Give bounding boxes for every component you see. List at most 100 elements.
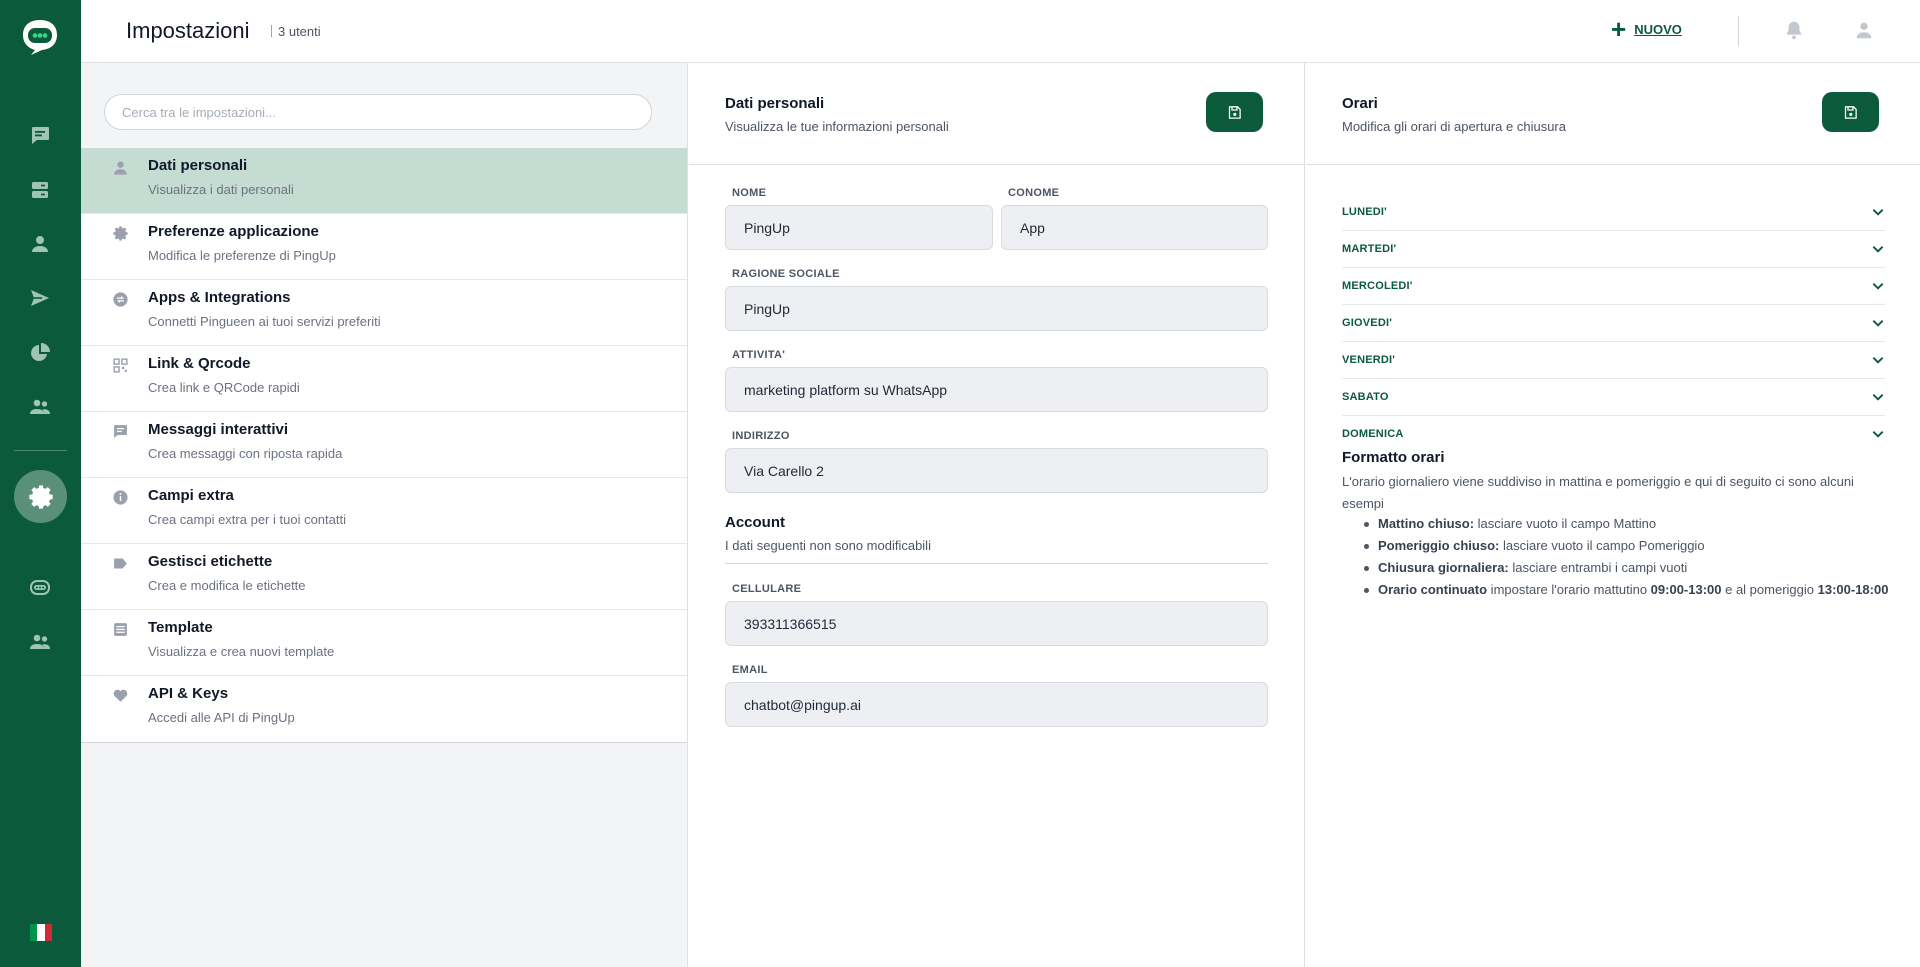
day-label: GIOVEDI' xyxy=(1342,317,1393,329)
indirizzo-input[interactable] xyxy=(725,448,1268,493)
template-icon xyxy=(111,620,129,638)
plus-icon: + xyxy=(1611,14,1627,44)
cognome-input[interactable] xyxy=(1001,205,1268,250)
panel-header: Dati personali Visualizza le tue informa… xyxy=(689,63,1304,165)
settings-icon[interactable] xyxy=(14,470,67,523)
day-label: VENERDI' xyxy=(1342,354,1396,366)
bot-icon[interactable] xyxy=(24,572,56,604)
top-header: Impostazioni 3 utenti + NUOVO xyxy=(81,0,1920,63)
format-title: Formatto orari xyxy=(1342,449,1445,466)
example-text: lasciare vuoto il campo Mattino xyxy=(1474,516,1657,531)
cellulare-label: CELLULARE xyxy=(732,583,802,595)
integrations-icon xyxy=(111,290,129,308)
settings-item-link-qrcode[interactable]: Link & Qrcode Crea link e QRCode rapidi xyxy=(81,346,687,412)
ragione-sociale-input[interactable] xyxy=(725,286,1268,331)
settings-item-subtitle: Connetti Pingueen ai tuoi servizi prefer… xyxy=(148,314,381,329)
settings-item-title: Gestisci etichette xyxy=(148,553,273,570)
new-button[interactable]: + NUOVO xyxy=(1611,14,1682,44)
email-input xyxy=(725,682,1268,727)
format-example: Chiusura giornaliera: lasciare entrambi … xyxy=(1364,557,1889,579)
nome-label: NOME xyxy=(732,187,767,199)
day-row-venerdi[interactable]: VENERDI' xyxy=(1342,342,1885,379)
settings-item-messaggi-interattivi[interactable]: Messaggi interattivi Crea messaggi con r… xyxy=(81,412,687,478)
qrcode-icon xyxy=(111,356,129,374)
account-divider xyxy=(725,563,1268,564)
example-time: 13:00-18:00 xyxy=(1817,582,1889,597)
settings-item-dati-personali[interactable]: Dati personali Visualizza i dati persona… xyxy=(81,148,687,214)
panel-subtitle: Visualizza le tue informazioni personali xyxy=(725,119,949,134)
ragione-sociale-label: RAGIONE SOCIALE xyxy=(732,268,840,280)
chevron-down-icon xyxy=(1872,357,1884,364)
message-icon xyxy=(111,422,129,440)
team-icon[interactable] xyxy=(24,626,56,658)
day-row-martedi[interactable]: MARTEDI' xyxy=(1342,231,1885,268)
days-accordion: LUNEDI' MARTEDI' MERCOLEDI' GIOVEDI' VEN… xyxy=(1342,194,1885,453)
day-row-giovedi[interactable]: GIOVEDI' xyxy=(1342,305,1885,342)
chevron-down-icon xyxy=(1872,320,1884,327)
attivita-input[interactable] xyxy=(725,367,1268,412)
settings-item-subtitle: Crea campi extra per i tuoi contatti xyxy=(148,512,346,527)
chevron-down-icon xyxy=(1872,246,1884,253)
day-label: LUNEDI' xyxy=(1342,206,1387,218)
settings-item-subtitle: Crea e modifica le etichette xyxy=(148,578,306,593)
cellulare-input xyxy=(725,601,1268,646)
settings-item-template[interactable]: Template Visualizza e crea nuovi templat… xyxy=(81,610,687,676)
save-personal-button[interactable] xyxy=(1206,92,1263,132)
cognome-label: CONOME xyxy=(1008,187,1060,199)
save-hours-button[interactable] xyxy=(1822,92,1879,132)
settings-item-apps-integrations[interactable]: Apps & Integrations Connetti Pingueen ai… xyxy=(81,280,687,346)
settings-item-api-keys[interactable]: API & Keys Accedi alle API di PingUp xyxy=(81,676,687,742)
day-row-lunedi[interactable]: LUNEDI' xyxy=(1342,194,1885,231)
settings-item-title: Dati personali xyxy=(148,157,248,174)
example-text: lasciare entrambi i campi vuoti xyxy=(1508,560,1688,575)
day-label: DOMENICA xyxy=(1342,428,1404,440)
settings-item-etichette[interactable]: Gestisci etichette Crea e modifica le et… xyxy=(81,544,687,610)
settings-search-input[interactable] xyxy=(104,94,652,130)
chat-icon[interactable] xyxy=(24,119,56,151)
example-label: Mattino chiuso: xyxy=(1378,516,1475,531)
example-text: e al pomeriggio xyxy=(1721,582,1818,597)
indirizzo-label: INDIRIZZO xyxy=(732,430,790,442)
settings-list: Dati personali Visualizza i dati persona… xyxy=(81,148,687,743)
settings-item-subtitle: Crea messaggi con riposta rapida xyxy=(148,446,343,461)
nome-input[interactable] xyxy=(725,205,993,250)
italian-flag-icon[interactable] xyxy=(30,924,52,941)
format-example: Pomeriggio chiuso: lasciare vuoto il cam… xyxy=(1364,535,1889,557)
day-row-sabato[interactable]: SABATO xyxy=(1342,379,1885,416)
personal-data-panel: Dati personali Visualizza le tue informa… xyxy=(689,63,1305,967)
format-description: L'orario giornaliero viene suddiviso in … xyxy=(1342,474,1854,511)
settings-item-preferenze[interactable]: Preferenze applicazione Modifica le pref… xyxy=(81,214,687,280)
settings-item-subtitle: Accedi alle API di PingUp xyxy=(148,710,295,725)
save-icon xyxy=(1228,105,1241,119)
attivita-label: ATTIVITA' xyxy=(732,349,786,361)
settings-item-subtitle: Visualizza i dati personali xyxy=(148,182,294,197)
heart-icon xyxy=(111,686,129,704)
pie-chart-icon[interactable] xyxy=(24,337,56,369)
panel-subtitle: Modifica gli orari di apertura e chiusur… xyxy=(1342,119,1566,134)
example-time: 09:00-13:00 xyxy=(1650,582,1722,597)
database-icon[interactable] xyxy=(24,174,56,206)
chevron-down-icon xyxy=(1872,209,1884,216)
user-avatar-icon[interactable] xyxy=(1852,18,1876,42)
send-icon[interactable] xyxy=(24,282,56,314)
settings-item-subtitle: Modifica le preferenze di PingUp xyxy=(148,248,336,263)
settings-item-title: Template xyxy=(148,619,213,636)
bell-icon[interactable] xyxy=(1782,18,1806,42)
settings-item-title: API & Keys xyxy=(148,685,229,702)
app-logo[interactable] xyxy=(20,17,60,57)
contact-icon[interactable] xyxy=(24,228,56,260)
example-label: Chiusura giornaliera: xyxy=(1378,560,1509,575)
settings-item-campi-extra[interactable]: Campi extra Crea campi extra per i tuoi … xyxy=(81,478,687,544)
email-label: EMAIL xyxy=(732,664,768,676)
settings-item-title: Apps & Integrations xyxy=(148,289,291,306)
format-examples: Mattino chiuso: lasciare vuoto il campo … xyxy=(1364,513,1889,601)
user-icon xyxy=(111,158,129,176)
settings-item-title: Link & Qrcode xyxy=(148,355,251,372)
settings-item-title: Campi extra xyxy=(148,487,234,504)
rail-divider xyxy=(14,450,67,451)
day-row-mercoledi[interactable]: MERCOLEDI' xyxy=(1342,268,1885,305)
group-icon[interactable] xyxy=(24,391,56,423)
settings-item-title: Messaggi interattivi xyxy=(148,421,289,438)
day-row-domenica[interactable]: DOMENICA xyxy=(1342,416,1885,453)
save-icon xyxy=(1844,105,1857,119)
